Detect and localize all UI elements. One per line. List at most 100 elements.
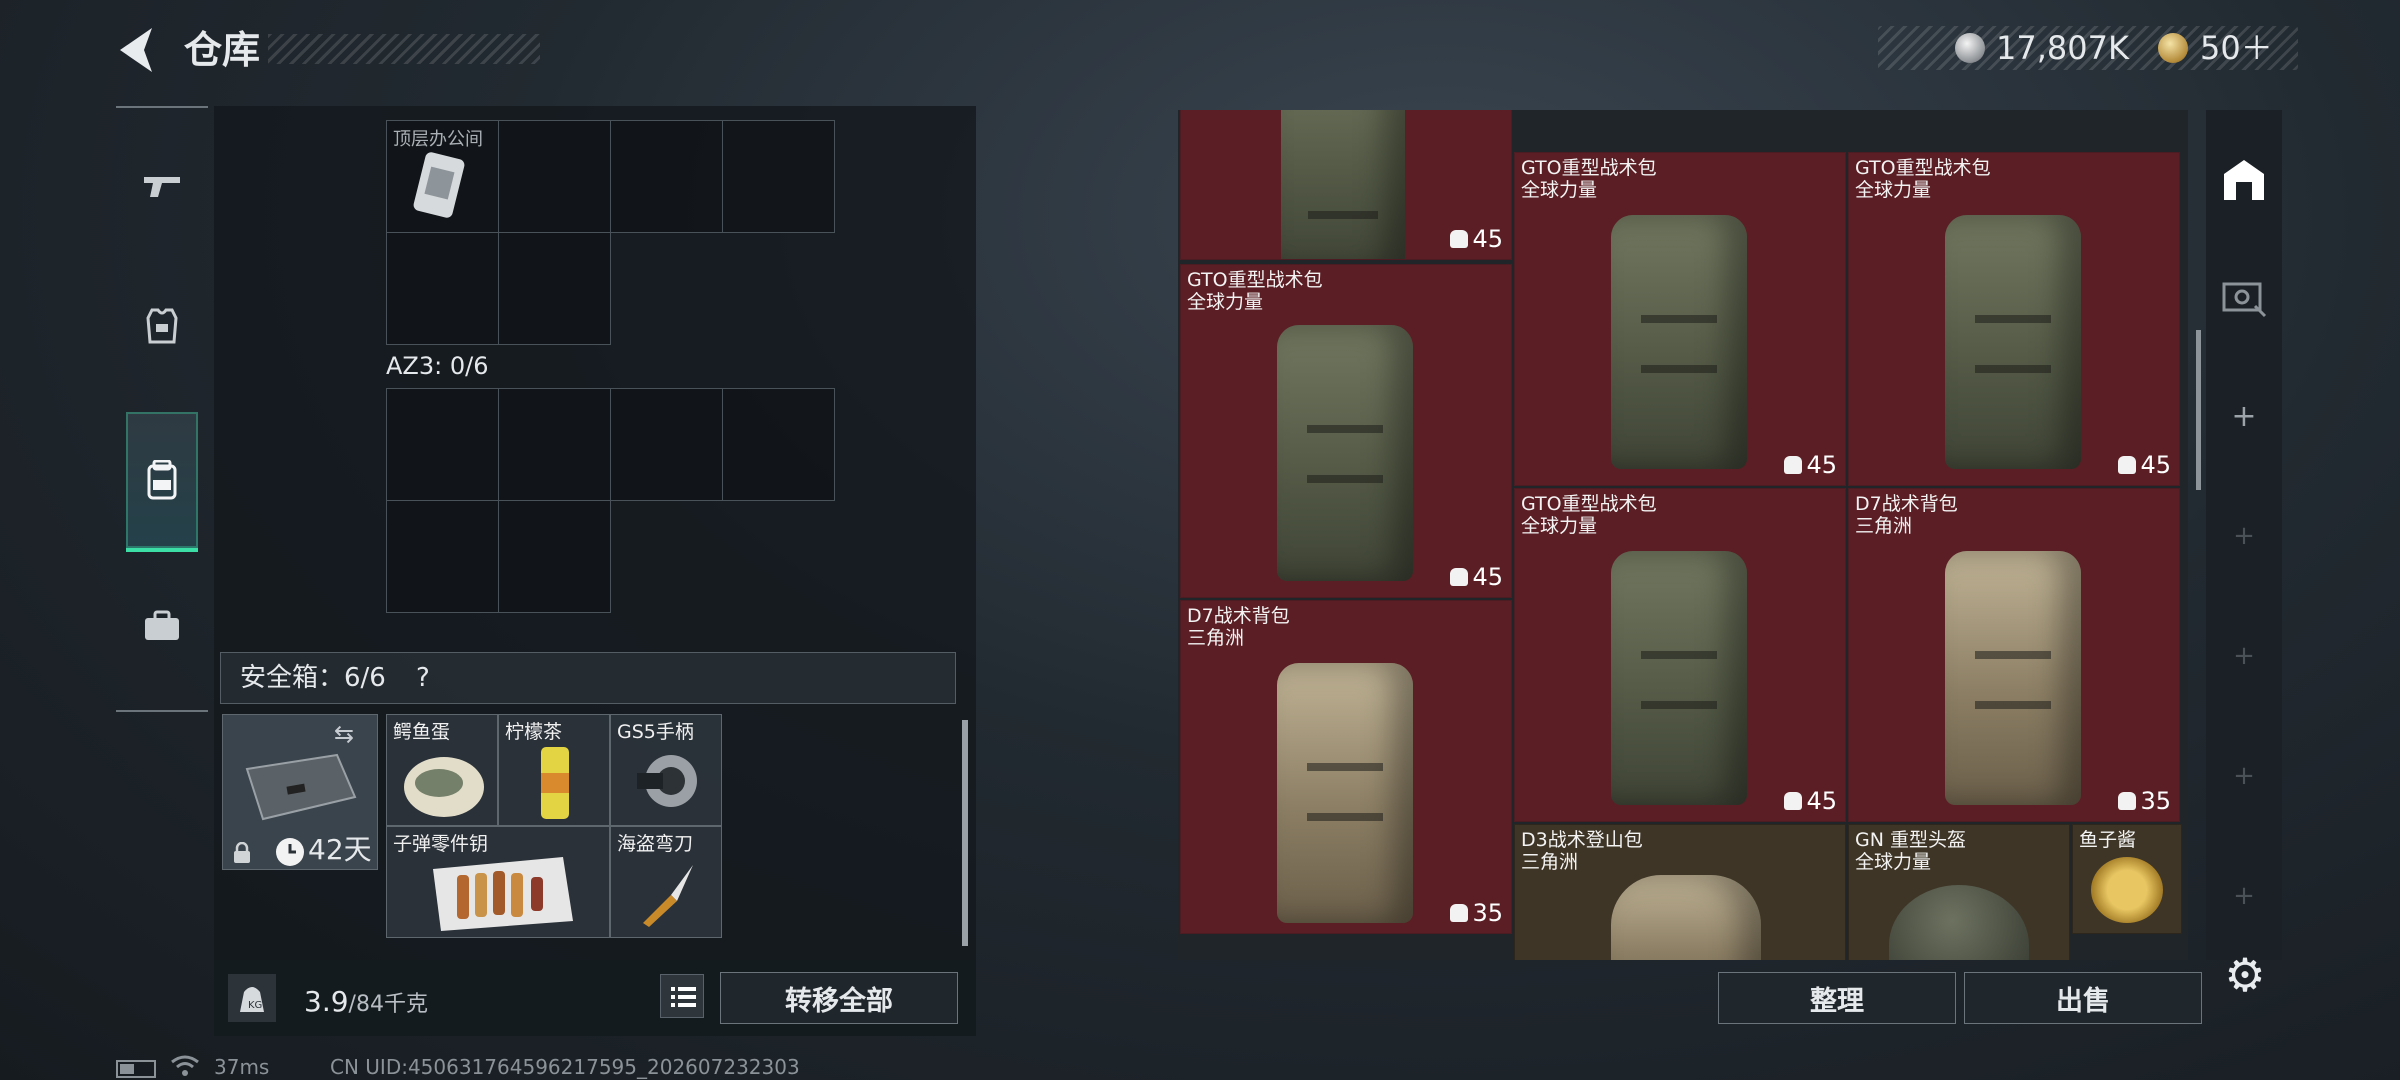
stash-scrollbar[interactable] [2196, 330, 2201, 490]
item-name: D7战术背包 [1855, 493, 1958, 515]
weight-class: 45 [1784, 787, 1837, 815]
stash-item[interactable]: GTO重型战术包 全球力量 45 [1514, 152, 1846, 486]
weight-value: 3.9/84千克 [304, 980, 428, 1027]
stash-item[interactable]: D7战术背包 三角洲 35 [1180, 600, 1512, 934]
grid-slot[interactable] [387, 389, 499, 501]
weight-class-icon [1450, 230, 1469, 248]
plus-icon: + [2231, 398, 2257, 434]
grid-slot[interactable] [499, 121, 611, 233]
add-page-button[interactable]: + [2206, 356, 2282, 476]
stash-page-main[interactable] [2206, 120, 2282, 240]
backpack-icon [147, 460, 177, 500]
item-faction: 三角洲 [1187, 627, 1245, 649]
item-name: GTO重型战术包 [1855, 157, 1991, 179]
weight-class-icon [2118, 792, 2137, 810]
grid-empty [611, 501, 723, 613]
grid-empty [723, 501, 835, 613]
help-icon[interactable]: ? [416, 656, 430, 700]
cash-box-icon [2222, 282, 2267, 318]
list-view-button[interactable] [660, 974, 704, 1018]
weight-class: 35 [1450, 899, 1503, 927]
money-amount: 17,807K [1996, 29, 2129, 67]
safe-item-egg[interactable]: 鳄鱼蛋 [386, 714, 498, 826]
helmet-icon [1889, 885, 2029, 960]
backpack-icon [1277, 663, 1413, 923]
plus-icon: + [2233, 761, 2255, 791]
grid-slot[interactable] [387, 233, 499, 345]
swap-icon[interactable]: ⇆ [334, 720, 354, 748]
ammo-box-icon [433, 857, 573, 931]
backpack-icon [1277, 325, 1413, 581]
weight-max: /84千克 [348, 992, 428, 1017]
silver-coin-icon [1955, 33, 1985, 63]
stash-page-vault[interactable] [2206, 238, 2282, 358]
item-name: GN 重型头盔 [1855, 829, 1966, 851]
grid-slot[interactable] [387, 501, 499, 613]
nav-weapons[interactable] [116, 116, 208, 256]
stash-item[interactable]: 45 [1180, 110, 1512, 260]
sort-button[interactable]: 整理 [1718, 972, 1956, 1024]
safe-item-ammo-parts[interactable]: 子弹零件钥 [386, 826, 610, 938]
nav-divider [116, 106, 208, 108]
item-faction: 全球力量 [1521, 515, 1598, 537]
weight-current: 3.9 [304, 985, 349, 1018]
safe-item-pirate-blade[interactable]: 海盗弯刀 [610, 826, 722, 938]
stash-item[interactable]: 鱼子酱 [2072, 824, 2182, 934]
nav-armor[interactable] [116, 256, 208, 396]
briefcase-icon [145, 610, 179, 640]
grid-slot[interactable] [611, 389, 723, 501]
gun-icon [144, 177, 180, 197]
caviar-tin-icon [2091, 857, 2163, 923]
grid-slot[interactable] [611, 121, 723, 233]
nav-backpack[interactable] [126, 412, 198, 552]
weight-class: 45 [1784, 451, 1837, 479]
item-name: GTO重型战术包 [1187, 269, 1323, 291]
title-decoration [268, 34, 540, 64]
back-arrow-icon[interactable] [112, 22, 162, 78]
stash-item[interactable]: GTO重型战术包 全球力量 45 [1514, 488, 1846, 822]
stash-item[interactable]: GTO重型战术包 全球力量 45 [1848, 152, 2180, 486]
grid-slot[interactable] [499, 233, 611, 345]
item-name: 海盗弯刀 [617, 833, 694, 855]
grid-empty [611, 233, 723, 345]
item-faction: 三角洲 [1521, 851, 1579, 873]
top-container-grid [386, 120, 835, 345]
grid-slot[interactable] [723, 389, 835, 501]
grid-slot[interactable] [723, 121, 835, 233]
gold-coin-icon [2158, 33, 2188, 63]
locked-page-slot[interactable]: + [2206, 596, 2282, 716]
egg-icon [404, 757, 484, 817]
stash-item[interactable]: GN 重型头盔 全球力量 [1848, 824, 2070, 960]
backpack-icon [1281, 110, 1405, 259]
plus-icon: + [2233, 521, 2255, 551]
settings-gear-icon[interactable]: ⚙ [2220, 950, 2270, 1000]
item-faction: 三角洲 [1855, 515, 1913, 537]
grip-icon [637, 755, 697, 807]
item-name: 鱼子酱 [2079, 829, 2137, 851]
stash-grid: 45 45 45 GTO重型战术包 全球力量 45 GTO重型战术包 全球力量 … [1178, 110, 2188, 960]
backpack-icon [1945, 215, 2081, 469]
grid-slot[interactable] [499, 389, 611, 501]
locked-page-slot[interactable]: + [2206, 836, 2282, 956]
transfer-all-button[interactable]: 转移全部 [720, 972, 958, 1024]
safe-item-lemon-tea[interactable]: 柠檬茶 [498, 714, 610, 826]
coupon-amount[interactable]: 50＋ [2200, 26, 2273, 70]
stash-item[interactable]: D7战术背包 三角洲 35 [1848, 488, 2180, 822]
stash-item[interactable]: GTO重型战术包 全球力量 45 [1180, 264, 1512, 598]
backpack-icon [1945, 551, 2081, 805]
left-scrollbar[interactable] [962, 720, 968, 946]
grid-slot[interactable] [499, 501, 611, 613]
plus-icon: + [2233, 641, 2255, 671]
item-name: D3战术登山包 [1521, 829, 1643, 851]
battery-icon [116, 1060, 156, 1078]
stash-item[interactable]: D3战术登山包 三角洲 [1514, 824, 1846, 960]
grid-empty [723, 233, 835, 345]
safe-item-grip[interactable]: GS5手柄 [610, 714, 722, 826]
locked-page-slot[interactable]: + [2206, 716, 2282, 836]
backpack-icon [1611, 551, 1747, 805]
list-icon [671, 987, 696, 1007]
nav-toolbox[interactable] [116, 556, 208, 696]
locked-page-slot[interactable]: + [2206, 476, 2282, 596]
weight-class: 45 [1450, 225, 1503, 253]
sell-button[interactable]: 出售 [1964, 972, 2202, 1024]
